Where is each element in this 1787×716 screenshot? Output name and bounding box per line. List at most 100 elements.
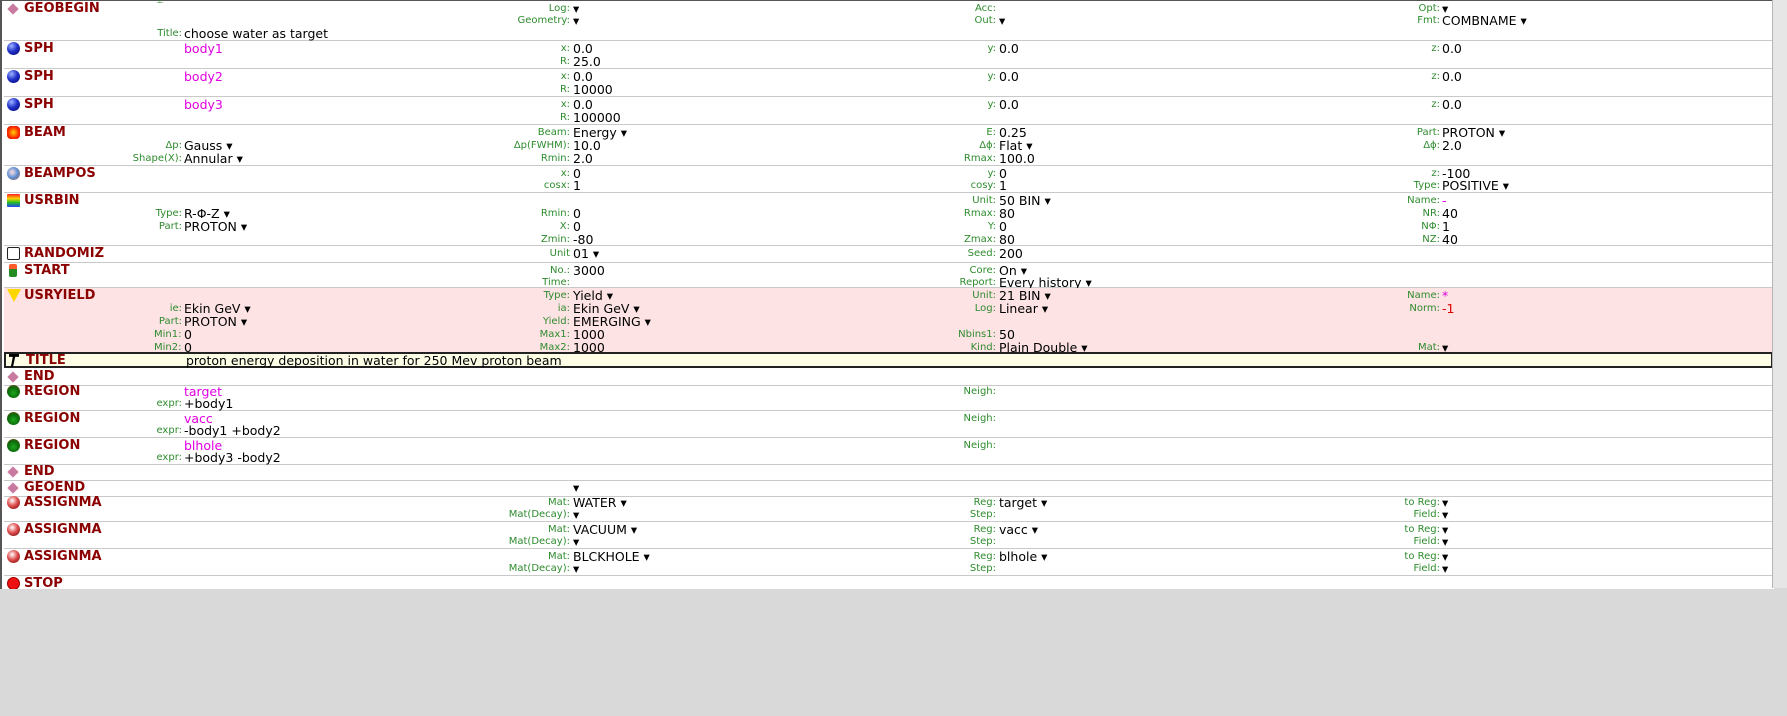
z-label: z: (1431, 99, 1440, 110)
r-field[interactable]: 10000 (573, 82, 613, 97)
fmt-dropdown[interactable]: COMBNAME ▾ (1442, 13, 1527, 28)
neigh-label: Neigh: (963, 386, 996, 397)
type-dropdown[interactable]: POSITIVE ▾ (1442, 178, 1509, 193)
title-field[interactable]: choose water as target (184, 26, 328, 41)
beam-icon (7, 126, 20, 139)
card-sph-body3[interactable]: SPH body3 x: 0.0 y: 0.0 z: 0.0 R: 100000 (4, 97, 1773, 125)
sphere-icon (7, 42, 20, 55)
title-icon (9, 354, 19, 367)
card-region-blhole[interactable]: REGION blhole Neigh: expr: +body3 -body2 (4, 438, 1773, 465)
card-name: GEOBEGIN (24, 1, 100, 16)
r-field[interactable]: 25.0 (573, 54, 601, 69)
matdecay-dropdown[interactable]: ▾ (573, 534, 579, 549)
card-region-vacc[interactable]: REGION vacc Neigh: expr: -body1 +body2 (4, 411, 1773, 438)
card-usryield[interactable]: USRYIELD Type: Yield ▾ Unit: 21 BIN ▾ Na… (4, 288, 1773, 355)
card-geobegin[interactable]: GEOBEGIN ⊥ Log: ▾ Acc: Opt: ▾ Geometry: … (4, 0, 1773, 41)
expr-label: expr: (156, 452, 182, 463)
assignma-icon (7, 523, 20, 536)
mat-dropdown[interactable]: BLCKHOLE ▾ (573, 549, 650, 564)
body-name-field[interactable]: body2 (184, 69, 223, 84)
body-name-field[interactable]: body1 (184, 41, 223, 56)
part-dropdown[interactable]: PROTON ▾ (184, 219, 247, 234)
geobegin-icon (7, 3, 19, 15)
card-beampos[interactable]: BEAMPOS x: 0 y: 0 z: -100 cosx: 1 cosy: … (4, 166, 1773, 193)
card-end[interactable]: END (4, 464, 1773, 481)
out-dropdown[interactable]: ▾ (999, 13, 1005, 28)
mat-dropdown[interactable]: VACUUM ▾ (573, 522, 637, 537)
body-name-field[interactable]: body3 (184, 97, 223, 112)
rmax-field[interactable]: 100.0 (999, 151, 1035, 166)
dphi-value-field[interactable]: 2.0 (1442, 138, 1462, 153)
card-start[interactable]: START No.: 3000 Core: On ▾ Time: Report:… (4, 263, 1773, 290)
assignma-icon (7, 496, 20, 509)
matdecay-label: Mat(Decay): (508, 563, 570, 574)
part-dropdown[interactable]: PROTON ▾ (184, 314, 247, 329)
zmax-field[interactable]: 80 (999, 232, 1015, 247)
geometry-dropdown[interactable]: ▾ (573, 13, 579, 28)
seed-label: Seed: (967, 248, 996, 259)
zmax-label: Zmax: (963, 234, 996, 245)
card-assignma-vacuum[interactable]: ASSIGNMA Mat: VACUUM ▾ Reg: vacc ▾ to Re… (4, 522, 1773, 549)
vertical-scrollbar[interactable] (1772, 0, 1787, 588)
geoend-dropdown[interactable]: ▾ (573, 480, 579, 495)
card-name: BEAM (24, 125, 66, 140)
step-label: Step: (969, 509, 996, 520)
z-field[interactable]: 0.0 (1442, 97, 1462, 112)
card-sph-body2[interactable]: SPH body2 x: 0.0 y: 0.0 z: 0.0 R: 10000 (4, 69, 1773, 97)
unit-dropdown[interactable]: 01 ▾ (573, 246, 599, 261)
title-text-field[interactable]: proton energy deposition in water for 25… (186, 353, 562, 368)
region-icon (7, 412, 20, 425)
out-label: Out: (974, 15, 997, 26)
field-dropdown[interactable]: ▾ (1442, 534, 1448, 549)
card-region-target[interactable]: REGION target Neigh: expr: +body1 (4, 384, 1773, 411)
r-field[interactable]: 100000 (573, 110, 621, 125)
cosy-field[interactable]: 1 (999, 178, 1007, 193)
field-label: Field: (1413, 536, 1440, 547)
zmin-field[interactable]: -80 (573, 232, 593, 247)
region-icon (7, 439, 20, 452)
card-beam[interactable]: BEAM Beam: Energy ▾ E: 0.25 Part: PROTON… (4, 125, 1773, 166)
card-title[interactable]: TITLE proton energy deposition in water f… (4, 352, 1773, 368)
y-field[interactable]: 0.0 (999, 69, 1019, 84)
z-field[interactable]: 0.0 (1442, 41, 1462, 56)
usrbin-icon (7, 194, 20, 207)
card-assignma-blckhole[interactable]: ASSIGNMA Mat: BLCKHOLE ▾ Reg: blhole ▾ t… (4, 549, 1773, 576)
region-icon (7, 385, 20, 398)
dphi-value-label: Δϕ: (1423, 140, 1440, 151)
reg-dropdown[interactable]: target ▾ (999, 495, 1047, 510)
assignma-icon (7, 550, 20, 563)
field-dropdown[interactable]: ▾ (1442, 507, 1448, 522)
expr-field[interactable]: -body1 +body2 (184, 423, 281, 438)
log-dropdown[interactable]: Linear ▾ (999, 301, 1048, 316)
no-field[interactable]: 3000 (573, 263, 605, 278)
rmin-field[interactable]: 2.0 (573, 151, 593, 166)
card-sph-body1[interactable]: SPH body1 x: 0.0 y: 0.0 z: 0.0 R: 25.0 (4, 41, 1773, 69)
expr-label: expr: (156, 425, 182, 436)
step-label: Step: (969, 563, 996, 574)
card-usrbin[interactable]: USRBIN Unit: 50 BIN ▾ Name: - Type: R-Φ-… (4, 193, 1773, 247)
shape-dropdown[interactable]: Annular ▾ (184, 151, 243, 166)
expr-field[interactable]: +body3 -body2 (184, 450, 281, 465)
seed-field[interactable]: 200 (999, 246, 1023, 261)
card-assignma-water[interactable]: ASSIGNMA Mat: WATER ▾ Reg: target ▾ to R… (4, 495, 1773, 522)
reg-dropdown[interactable]: vacc ▾ (999, 522, 1038, 537)
card-randomiz[interactable]: RANDOMIZ Unit 01 ▾ Seed: 200 (4, 246, 1773, 263)
matdecay-dropdown[interactable]: ▾ (573, 561, 579, 576)
sphere-icon (7, 70, 20, 83)
y-field[interactable]: 0.0 (999, 41, 1019, 56)
field-dropdown[interactable]: ▾ (1442, 561, 1448, 576)
matdecay-label: Mat(Decay): (508, 509, 570, 520)
norm-field[interactable]: -1 (1442, 301, 1454, 316)
mat-dropdown[interactable]: WATER ▾ (573, 495, 627, 510)
z-field[interactable]: 0.0 (1442, 69, 1462, 84)
y-field[interactable]: 0.0 (999, 97, 1019, 112)
y-label: y: (987, 99, 996, 110)
reg-dropdown[interactable]: blhole ▾ (999, 549, 1047, 564)
matdecay-dropdown[interactable]: ▾ (573, 507, 579, 522)
expr-field[interactable]: +body1 (184, 396, 233, 411)
geometry-label: Geometry: (517, 15, 570, 26)
cosx-field[interactable]: 1 (573, 178, 581, 193)
nz-field[interactable]: 40 (1442, 232, 1458, 247)
card-name: ASSIGNMA (24, 522, 102, 537)
cosy-label: cosy: (970, 180, 996, 191)
